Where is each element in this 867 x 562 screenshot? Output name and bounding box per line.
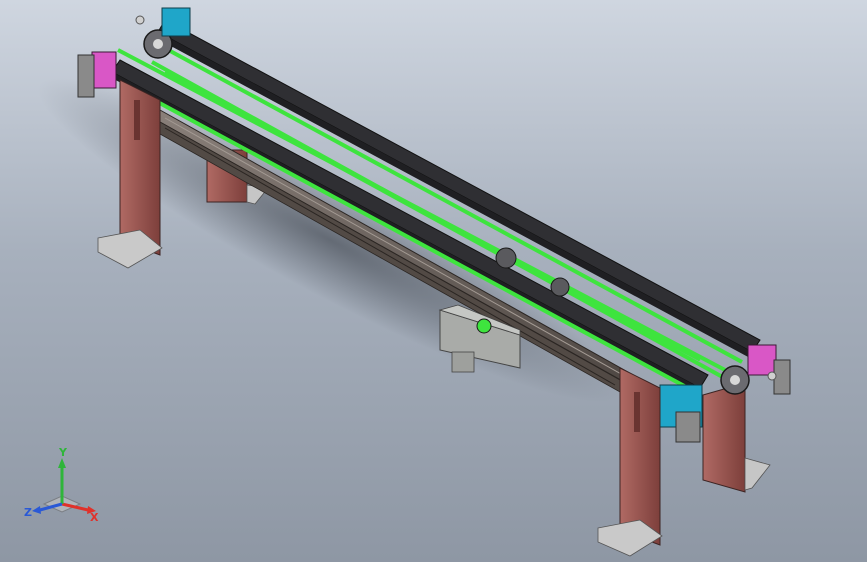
rear-right-leg[interactable] — [702, 382, 771, 493]
x-axis-label: X — [90, 511, 99, 524]
middle-pulley-1[interactable] — [495, 247, 517, 269]
middle-pulley-2[interactable] — [550, 277, 570, 297]
y-axis-label: Y — [58, 446, 68, 459]
orientation-triad[interactable]: X Y Z — [22, 446, 102, 526]
left-end-bracket-cyan[interactable] — [161, 7, 191, 37]
front-green-belt-bottom[interactable] — [127, 84, 689, 390]
z-axis-label: Z — [24, 506, 32, 519]
right-end-bracket-pink[interactable] — [747, 344, 791, 395]
right-end-bracket-cyan[interactable] — [659, 384, 703, 443]
y-axis-arrowhead-icon — [58, 458, 66, 468]
left-end-pulley-hub — [153, 39, 163, 49]
right-end-pulley-hub — [730, 375, 740, 385]
z-axis-arrowhead-icon — [32, 506, 41, 514]
bolt-right — [767, 371, 777, 381]
conveyor-assembly-model[interactable] — [0, 0, 867, 562]
bolt-left — [135, 15, 145, 25]
cad-viewport[interactable]: X Y Z — [0, 0, 867, 562]
